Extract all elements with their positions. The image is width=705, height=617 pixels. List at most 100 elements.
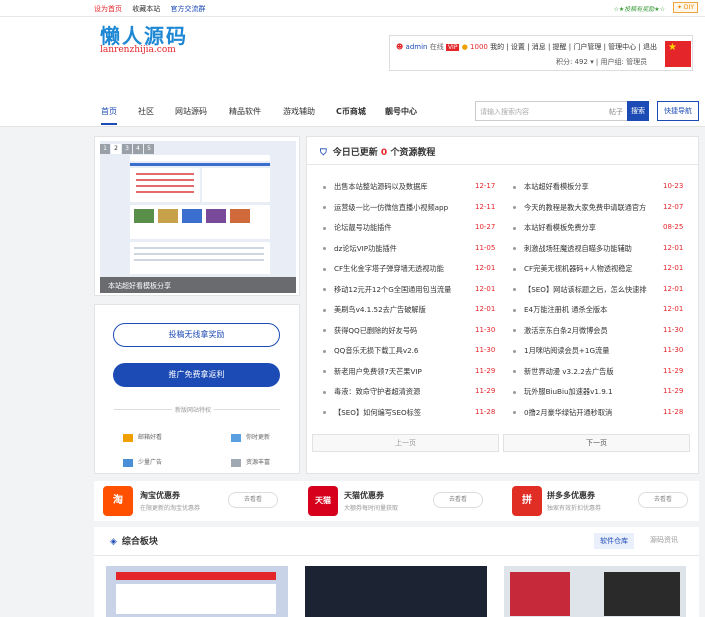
list-item-title[interactable]: 新老用户免费领7天芒果VIP	[334, 367, 422, 376]
search-type-select[interactable]: 帖子	[609, 107, 623, 117]
pinduoduo-title[interactable]: 拼多多优惠券	[547, 490, 595, 501]
list-item[interactable]: 毒液：致命守护者超清资源	[323, 387, 420, 397]
promote-rebate-button[interactable]: 推广免费拿返利	[113, 363, 280, 387]
slide-dot[interactable]: 4	[133, 144, 143, 154]
user-link-settings[interactable]: 设置	[511, 43, 525, 51]
nav-games[interactable]: 游戏辅助	[283, 106, 315, 117]
list-item[interactable]: 论坛靓号功能插件	[323, 223, 392, 233]
nav-source[interactable]: 网站源码	[175, 106, 207, 117]
list-item-title[interactable]: 【SEO】网站该标题之后，怎么快速排	[524, 285, 647, 294]
diy-button[interactable]: ✦ DIY	[673, 2, 698, 13]
list-item[interactable]: 获得QQ已删除的好友号码	[323, 326, 417, 336]
list-item[interactable]: CF生化金字塔子弹穿墙无透视功能	[323, 264, 444, 274]
username[interactable]: admin	[406, 43, 428, 51]
list-item-title[interactable]: 新世界动漫 v3.2.2去广告版	[524, 367, 614, 376]
nav-software[interactable]: 精品软件	[229, 106, 261, 117]
quick-nav-button[interactable]: 快捷导航	[657, 101, 699, 121]
user-link-mine[interactable]: 我的	[490, 43, 504, 51]
prev-page-button[interactable]: 上一页	[312, 434, 499, 452]
avatar[interactable]	[665, 41, 691, 67]
tmall-button[interactable]: 去看看	[433, 492, 483, 508]
taobao-button[interactable]: 去看看	[228, 492, 278, 508]
list-item-title[interactable]: dz论坛VIP功能插件	[334, 244, 397, 253]
list-item-title[interactable]: E4万能注册机 通杀全版本	[524, 305, 607, 314]
list-item-title[interactable]: 论坛靓号功能插件	[334, 223, 392, 232]
slide-dot[interactable]: 1	[100, 144, 110, 154]
slide-dot[interactable]: 3	[122, 144, 132, 154]
tab-software[interactable]: 软件仓库	[594, 533, 634, 549]
slide-caption[interactable]: 本站超好看模板分享	[100, 277, 296, 293]
pinduoduo-logo-icon[interactable]: 拼	[512, 486, 542, 516]
list-item-title[interactable]: 【SEO】如何编写SEO标签	[334, 408, 421, 417]
slide-dot[interactable]: 2	[111, 144, 121, 154]
tmall-title[interactable]: 天猫优惠券	[344, 490, 384, 501]
search-box[interactable]: 请输入搜索内容 帖子	[475, 101, 649, 121]
list-item-title[interactable]: 玩外服BiuBiu加速器v1.9.1	[524, 387, 613, 396]
thumb-image[interactable]	[504, 566, 686, 617]
user-link-portal[interactable]: 门户管理	[573, 43, 601, 51]
credits[interactable]: 积分: 492	[556, 58, 588, 66]
user-link-logout[interactable]: 退出	[643, 43, 657, 51]
next-page-button[interactable]: 下一页	[503, 434, 690, 452]
list-item-title[interactable]: 0撸2月豪华绿钻开通秒取消	[524, 408, 612, 417]
pinduoduo-button[interactable]: 去看看	[638, 492, 688, 508]
list-item[interactable]: 美刷鸟v4.1.52去广告破解版	[323, 305, 426, 315]
list-item[interactable]: 刺激战场狂魔透视自瞄多功能辅助	[513, 244, 632, 254]
list-item-title[interactable]: 运营级一比一仿微信直播小视频app	[334, 203, 448, 212]
list-item-title[interactable]: 1月咪咕阅读会员+1G流量	[524, 346, 609, 355]
list-item[interactable]: 出售本站整站源码以及数据库	[323, 182, 427, 192]
thumb-image[interactable]	[106, 566, 288, 617]
list-item-title[interactable]: 获得QQ已删除的好友号码	[334, 326, 417, 335]
list-item-title[interactable]: 本站好看模板免费分享	[524, 223, 596, 232]
list-item-title[interactable]: 移动12元开12个G全国通用包当流量	[334, 285, 451, 294]
list-item-title[interactable]: 刺激战场狂魔透视自瞄多功能辅助	[524, 244, 632, 253]
list-item[interactable]: 本站超好看模板分享	[513, 182, 589, 192]
list-item[interactable]: E4万能注册机 通杀全版本	[513, 305, 607, 315]
submit-reward-button[interactable]: 投稿无线拿奖励	[113, 323, 280, 347]
list-item[interactable]: 0撸2月豪华绿钻开通秒取消	[513, 408, 612, 418]
list-item-title[interactable]: CF生化金字塔子弹穿墙无透视功能	[334, 264, 444, 273]
list-item-title[interactable]: 美刷鸟v4.1.52去广告破解版	[334, 305, 426, 314]
list-item[interactable]: 移动12元开12个G全国通用包当流量	[323, 285, 451, 295]
user-link-reminders[interactable]: 提醒	[553, 43, 567, 51]
taobao-logo-icon[interactable]: 淘	[103, 486, 133, 516]
nav-shop[interactable]: C币商城	[336, 106, 366, 117]
list-item[interactable]: CF完美无视机器码+人物透视稳定	[513, 264, 633, 274]
search-button[interactable]: 搜索	[627, 101, 649, 121]
taobao-title[interactable]: 淘宝优惠券	[140, 490, 180, 501]
list-item-title[interactable]: QQ音乐无损下载工具v2.6	[334, 346, 419, 355]
list-item[interactable]: QQ音乐无损下载工具v2.6	[323, 346, 419, 356]
list-item[interactable]: 玩外服BiuBiu加速器v1.9.1	[513, 387, 613, 397]
user-link-admin[interactable]: 管理中心	[608, 43, 636, 51]
list-item-title[interactable]: 今天的教程是教大家免费申请联通官方	[524, 203, 646, 212]
bookmark-link[interactable]: 收藏本站	[132, 5, 160, 13]
list-item[interactable]: 【SEO】网站该标题之后，怎么快速排	[513, 285, 647, 295]
list-item-title[interactable]: 激活京东白条2月微博会员	[524, 326, 608, 335]
list-item[interactable]: 今天的教程是教大家免费申请联通官方	[513, 203, 646, 213]
tmall-logo-icon[interactable]: 天猫	[308, 486, 338, 516]
search-input[interactable]: 请输入搜索内容	[480, 107, 529, 117]
list-item-title[interactable]: 本站超好看模板分享	[524, 182, 589, 191]
list-item[interactable]: 新老用户免费领7天芒果VIP	[323, 367, 422, 377]
list-item-title[interactable]: CF完美无视机器码+人物透视稳定	[524, 264, 633, 273]
user-group[interactable]: 用户组: 管理员	[601, 58, 648, 66]
slide-dot[interactable]: 5	[144, 144, 154, 154]
list-item[interactable]: 运营级一比一仿微信直播小视频app	[323, 203, 448, 213]
list-item[interactable]: 【SEO】如何编写SEO标签	[323, 408, 421, 418]
list-item-title[interactable]: 毒液：致命守护者超清资源	[334, 387, 420, 396]
list-item-title[interactable]: 出售本站整站源码以及数据库	[334, 182, 427, 191]
tab-news[interactable]: 源码资讯	[650, 535, 678, 545]
nav-home[interactable]: 首页	[101, 106, 117, 125]
nav-vanity[interactable]: 靓号中心	[385, 106, 417, 117]
list-item[interactable]: 新世界动漫 v3.2.2去广告版	[513, 367, 614, 377]
thumb-image[interactable]	[305, 566, 487, 617]
nav-community[interactable]: 社区	[138, 106, 154, 117]
set-homepage-link[interactable]: 设为首页	[94, 5, 122, 13]
submission-promo[interactable]: ☆★投稿有奖励★☆	[613, 4, 665, 13]
user-link-messages[interactable]: 消息	[532, 43, 546, 51]
official-group-link[interactable]: 官方交流群	[170, 5, 205, 13]
list-item[interactable]: 1月咪咕阅读会员+1G流量	[513, 346, 609, 356]
slide-image[interactable]	[100, 141, 296, 293]
list-item[interactable]: 激活京东白条2月微博会员	[513, 326, 608, 336]
list-item[interactable]: 本站好看模板免费分享	[513, 223, 596, 233]
